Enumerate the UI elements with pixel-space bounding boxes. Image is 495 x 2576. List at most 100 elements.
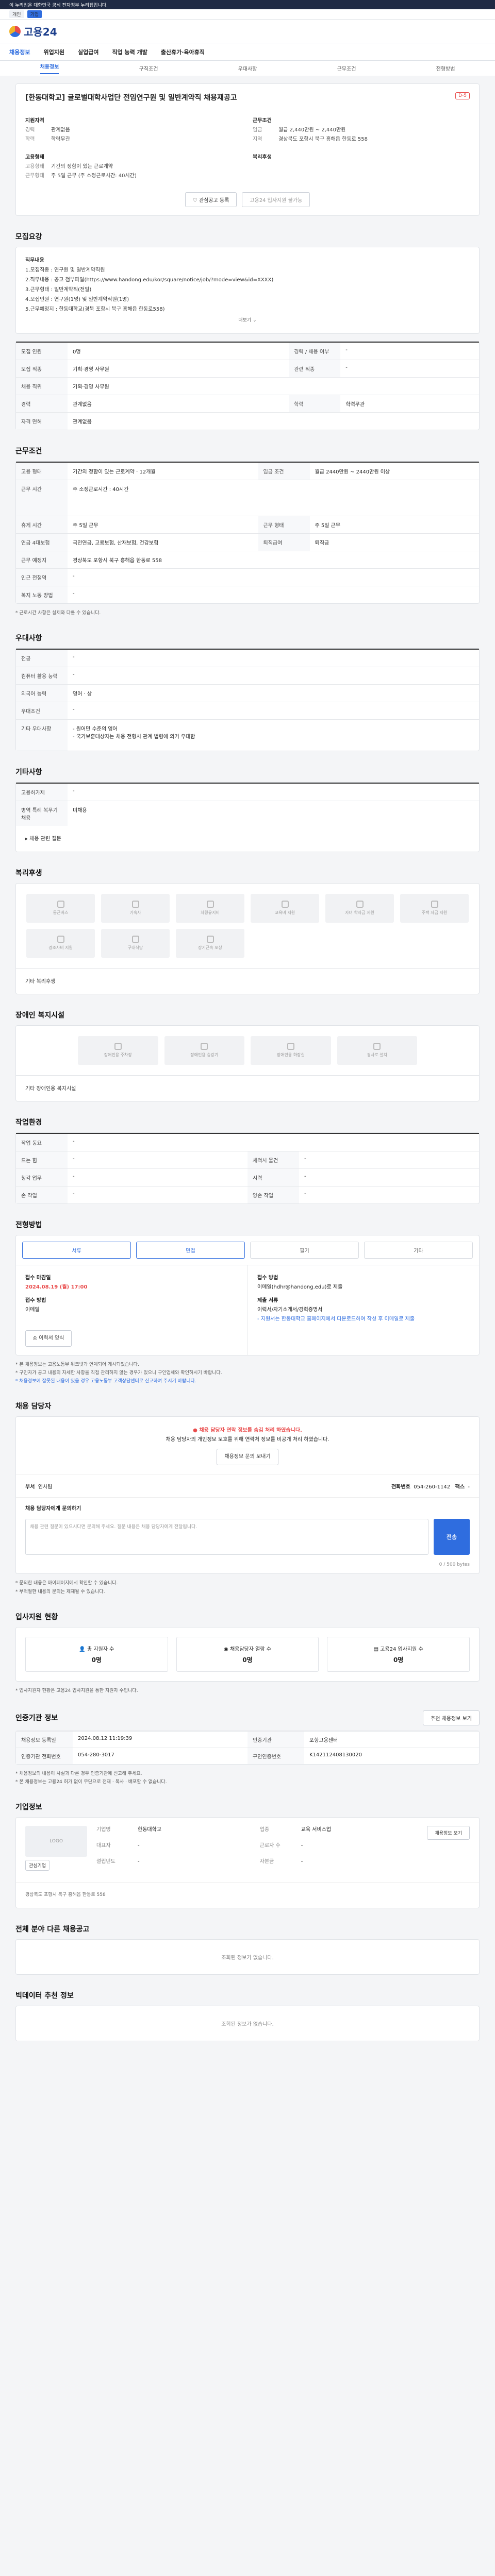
user-type-tabs: 개인 기업 [0, 9, 495, 20]
bookmark-button[interactable]: ♡ 관심공고 등록 [185, 192, 237, 207]
method-step: 기타 [364, 1241, 473, 1259]
condition-label: 근무조건 [253, 118, 272, 124]
row-key: 경력 [25, 127, 35, 133]
table-key: 학력 [289, 395, 341, 413]
government-banner: 이 누리집은 대한민국 공식 전자정부 누리집입니다. [0, 0, 495, 9]
table-key: 병역 특례 복무기 채용 [16, 800, 68, 826]
company-value: - [138, 1859, 140, 1865]
method-step: 필기 [250, 1241, 359, 1259]
tile-label: 교육비 지원 [274, 910, 295, 916]
table-value: 주 5일 근무 [68, 516, 258, 534]
home-icon [131, 901, 139, 908]
main-nav: 채용정보 위업지원 실업급여 직업 능력 개발 출산휴가·육아휴직 [0, 43, 495, 61]
disabled-card: 장애인용 주차장 장애인용 승강기 장애인용 화장실 경사로 설치 기타 장애인… [15, 1025, 480, 1101]
inquiry-send-button[interactable]: 전송 [434, 1519, 470, 1555]
company-value: 한동대학교 [138, 1827, 161, 1833]
tile-label: 장기근속 포상 [198, 945, 222, 951]
tab-company[interactable]: 기업 [27, 10, 42, 18]
recommend-empty: 조회된 정보가 없습니다. [15, 2006, 480, 2042]
table-key: 고용 형태 [16, 462, 68, 480]
contact-alert: ● 채용 담당자 연락 정보를 숨김 처리 하였습니다. 채용 담당자의 개인정… [16, 1417, 479, 1475]
inquiry-textarea[interactable]: 채용 관련 질문이 있으시다면 문의해 주세요. 질문 내용은 채용 담당자에게… [25, 1519, 428, 1555]
welfare-etc: 기타 복리후생 [16, 968, 479, 994]
table-value: 기획·경영 사무원 [68, 377, 479, 395]
company-jobs-button[interactable]: 채용정보 보기 [427, 1826, 470, 1840]
eye-icon: ◉ [224, 1646, 228, 1652]
desc-line: 1.모집직종 : 연구원 및 일반계약직원 [25, 267, 105, 273]
dept-key: 부서 [25, 1484, 35, 1490]
phone-key: 전화번호 [391, 1484, 410, 1490]
row-value: 기간의 정함이 있는 근로계약 [51, 164, 113, 170]
more-button[interactable]: 더보기 ⌄ [25, 316, 470, 325]
info-key: 구인인증번호 [248, 1747, 304, 1764]
table-value: - [68, 1132, 479, 1151]
table-value: - [68, 1168, 248, 1187]
table-key: 연금 4대보험 [16, 533, 68, 551]
nav-item-jobs[interactable]: 채용정보 [9, 48, 30, 56]
nav-item-support[interactable]: 위업지원 [43, 48, 64, 56]
tab-conditions[interactable]: 근무조건 [337, 64, 356, 72]
stat-value: 0명 [91, 1656, 102, 1664]
tile-label: 장애인용 승강기 [190, 1053, 219, 1058]
section-title-method: 전형방법 [15, 1221, 42, 1229]
tab-requirements[interactable]: 구직조건 [139, 64, 158, 72]
table-key: 경력 [16, 395, 68, 413]
table-value: 경상북도 포항시 북구 흥해읍 한동로 558 [68, 551, 479, 569]
tab-recruit-info[interactable]: 채용정보 [40, 62, 59, 74]
disabled-tile: 장애인용 화장실 [251, 1036, 331, 1065]
welfare-tile: 경조사비 지원 [26, 928, 95, 958]
company-address: 경상북도 포항시 북구 흥해읍 한동로 558 [16, 1882, 479, 1908]
resume-form-button[interactable]: ⎙ 이력서 양식 [25, 1330, 72, 1347]
table-value: 주 소정근로시간 : 40시간 [68, 480, 479, 516]
apply-online-button[interactable]: 고용24 입사지원 불가능 [242, 192, 310, 207]
row-value: 주 5일 근무 (주 소정근로시간: 40시간) [51, 173, 137, 179]
table-value: - [68, 586, 479, 604]
table-key: 우대조건 [16, 702, 68, 720]
fax-key: 팩스 [455, 1484, 465, 1490]
interest-company-button[interactable]: 관심기업 [25, 1860, 50, 1871]
nav-item-leave[interactable]: 출산휴가·육아휴직 [161, 48, 205, 56]
table-value: - [68, 568, 479, 586]
nav-item-training[interactable]: 직업 능력 개발 [112, 48, 147, 56]
table-value: 학력무관 [340, 395, 479, 413]
alert-icon: ● [193, 1428, 197, 1434]
alert-title: 채용 담당자 연락 정보를 숨김 처리 하였습니다. [199, 1428, 302, 1434]
table-key: 컴퓨터 활용 능력 [16, 667, 68, 685]
tab-preferences[interactable]: 우대사항 [238, 64, 257, 72]
recommend-button[interactable]: 추천 채용정보 보기 [423, 1710, 480, 1725]
welfare-tile: 주택 자금 지원 [400, 893, 469, 923]
method-step: 서류 [22, 1241, 131, 1259]
method-step: 면접 [136, 1241, 245, 1259]
recruit-description: 직무내용 1.모집직종 : 연구원 및 일반계약직원 2.직무내용 : 공고 첨… [15, 247, 480, 334]
table-key: 시력 [248, 1168, 299, 1187]
notice-line: * 채용정보의 내용이 사실과 다른 경우 인증기관에 신고해 주세요. [15, 1771, 142, 1776]
section-title-stats: 입사지원 현황 [15, 1613, 58, 1621]
job-summary-card: D-5 [한동대학교] 글로벌대학사업단 전임연구원 및 일반계약직 채용재공고… [15, 83, 480, 216]
section-title-condition: 근무조건 [15, 447, 42, 456]
table-key: 근무 시간 [16, 480, 68, 516]
notice-line: * 문의한 내용은 마이페이지에서 확인할 수 있습니다. [15, 1581, 118, 1586]
detail-tabs: 채용정보 구직조건 우대사항 근무조건 전형방법 [0, 61, 495, 76]
section-title-etc: 기타사항 [15, 768, 42, 776]
table-value: - [68, 649, 479, 667]
tab-method[interactable]: 전형방법 [436, 64, 455, 72]
disabled-tiles: 장애인용 주차장 장애인용 승강기 장애인용 화장실 경사로 설치 [16, 1026, 479, 1075]
stat-value: 0명 [242, 1656, 253, 1664]
table-value: 관계없음 [68, 395, 289, 413]
tab-individual[interactable]: 개인 [9, 10, 24, 18]
welfare-tile: 교육비 지원 [251, 893, 319, 923]
welfare-tile: 통근버스 [26, 893, 95, 923]
table-key: 임금 조건 [258, 462, 310, 480]
table-value: - [68, 1185, 248, 1204]
row-value: 학력무관 [51, 137, 70, 142]
company-value: - [138, 1843, 140, 1849]
tile-label: 통근버스 [53, 910, 69, 916]
site-logo[interactable]: 고용24 [9, 24, 57, 39]
award-icon [206, 936, 214, 943]
restroom-icon [287, 1043, 294, 1050]
welfare-tile: 구내식당 [101, 928, 170, 958]
table-value: 국민연금, 고용보험, 산재보험, 건강보험 [68, 533, 258, 551]
inquiry-open-button[interactable]: 채용정보 문의 보내기 [217, 1449, 278, 1466]
nav-item-benefits[interactable]: 실업급여 [78, 48, 98, 56]
stat-total: 👤 총 지원자 수 0명 [25, 1636, 168, 1672]
